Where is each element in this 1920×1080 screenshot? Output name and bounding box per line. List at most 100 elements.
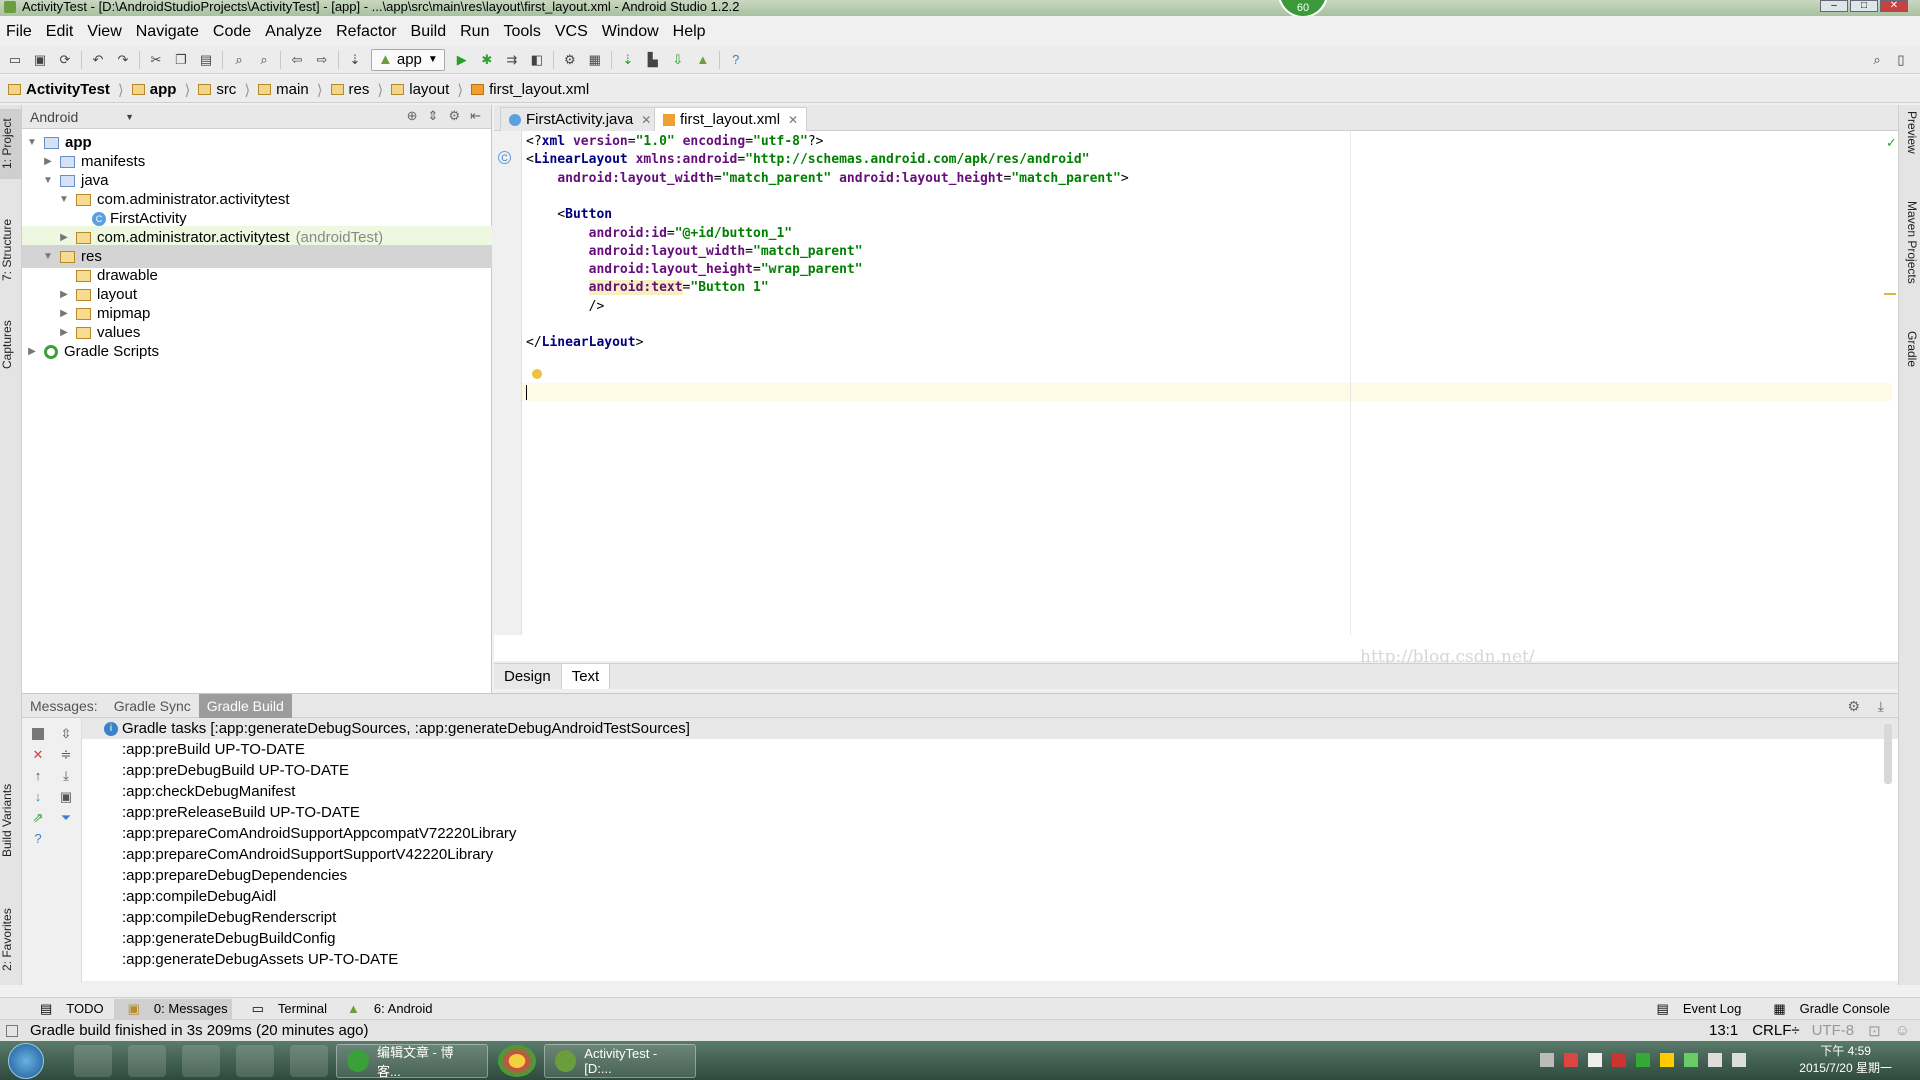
pinned-app-icon[interactable]: [128, 1044, 166, 1077]
tray-app-icon[interactable]: [1684, 1053, 1698, 1067]
menu-analyze[interactable]: Analyze: [265, 23, 322, 41]
log-line[interactable]: :app:preReleaseBuild UP-TO-DATE: [122, 802, 360, 823]
log-line[interactable]: :app:generateDebugBuildConfig: [122, 928, 336, 949]
tab-maven-projects[interactable]: Maven Projects: [1901, 201, 1919, 311]
menu-view[interactable]: View: [87, 23, 121, 41]
save-icon[interactable]: ▣: [31, 51, 49, 69]
menu-file[interactable]: File: [6, 23, 32, 41]
help-icon[interactable]: ?: [727, 51, 745, 69]
close-icon[interactable]: ✕: [788, 113, 798, 127]
taskbar-android-studio[interactable]: ActivityTest - [D:...: [544, 1043, 696, 1078]
pinned-app-icon[interactable]: [236, 1044, 274, 1077]
todo-button[interactable]: ▤ TODO: [30, 1001, 104, 1017]
log-line[interactable]: :app:prepareComAndroidSupportSupportV422…: [122, 844, 493, 865]
tab-gradle-sync[interactable]: Gradle Sync: [106, 694, 199, 718]
log-line[interactable]: :app:preBuild UP-TO-DATE: [122, 739, 305, 760]
chevron-right-icon[interactable]: ▶: [58, 327, 70, 338]
avd-manager-icon[interactable]: ▙: [644, 51, 662, 69]
hide-panel-icon[interactable]: ⇤: [470, 108, 481, 124]
menu-edit[interactable]: Edit: [46, 23, 74, 41]
toggle-tool-windows-icon[interactable]: [6, 1024, 18, 1037]
caret-position[interactable]: 13:1: [1709, 1022, 1738, 1039]
messages-button[interactable]: ▣ 0: Messages: [113, 998, 232, 1019]
tab-structure[interactable]: 7: Structure: [0, 205, 22, 295]
minimize-button[interactable]: –: [1820, 0, 1848, 12]
tab-build-variants[interactable]: Build Variants: [0, 765, 22, 875]
terminal-button[interactable]: ▭ Terminal: [242, 1001, 327, 1017]
breadcrumb-item[interactable]: ActivityTest ⟩: [8, 81, 124, 99]
preview-icon[interactable]: ▣: [58, 789, 74, 805]
close-window-button[interactable]: ✕: [1880, 0, 1908, 12]
chevron-down-icon[interactable]: ▼: [42, 251, 54, 262]
chevron-right-icon[interactable]: ▶: [58, 232, 70, 243]
menu-window[interactable]: Window: [602, 23, 659, 41]
debug-icon[interactable]: ✱: [478, 51, 496, 69]
breadcrumb-item[interactable]: first_layout.xml: [471, 81, 589, 98]
tab-gradle-build[interactable]: Gradle Build: [198, 693, 292, 718]
tray-app-icon[interactable]: [1564, 1053, 1578, 1067]
tab-preview[interactable]: Preview: [1901, 111, 1919, 181]
tray-app-icon[interactable]: [1612, 1053, 1626, 1067]
breadcrumb-item[interactable]: res ⟩: [330, 81, 383, 99]
line-separator[interactable]: CRLF÷: [1752, 1022, 1799, 1039]
stop-icon[interactable]: ◧: [528, 51, 546, 69]
breadcrumb-item[interactable]: src ⟩: [198, 81, 250, 99]
paste-icon[interactable]: ▤: [197, 51, 215, 69]
tab-favorites[interactable]: 2: Favorites: [0, 895, 22, 985]
make-project-icon[interactable]: ⇣: [346, 51, 364, 69]
open-folder-icon[interactable]: ▭: [6, 51, 24, 69]
hector-icon[interactable]: ☺: [1895, 1022, 1910, 1039]
filter-icon[interactable]: ⏷: [58, 810, 74, 826]
tab-project[interactable]: 1: Project: [0, 109, 22, 179]
menu-vcs[interactable]: VCS: [555, 23, 588, 41]
taskbar-clock[interactable]: 下午 4:59 2015/7/20 星期一: [1799, 1043, 1892, 1077]
intention-bulb-icon[interactable]: [532, 369, 542, 379]
menu-code[interactable]: Code: [213, 23, 251, 41]
project-structure-icon[interactable]: ⚙: [561, 51, 579, 69]
redo-icon[interactable]: ↷: [114, 51, 132, 69]
menu-help[interactable]: Help: [673, 23, 706, 41]
keyboard-icon[interactable]: [1540, 1053, 1554, 1067]
chevron-right-icon[interactable]: ▶: [58, 308, 70, 319]
android-device-monitor-icon[interactable]: ▲: [694, 51, 712, 69]
sync-icon[interactable]: ⟳: [56, 51, 74, 69]
lock-icon[interactable]: ⊡: [1868, 1022, 1881, 1040]
log-line[interactable]: :app:prepareComAndroidSupportAppcompatV7…: [122, 823, 516, 844]
tree-item[interactable]: ▶ Gradle Scripts: [22, 340, 492, 363]
tab-first-layout-xml[interactable]: first_layout.xml ✕: [654, 107, 808, 131]
log-line[interactable]: :app:generateDebugAssets UP-TO-DATE: [122, 949, 398, 970]
run-icon[interactable]: ▶: [453, 51, 471, 69]
sdk-manager-icon[interactable]: ⇩: [669, 51, 687, 69]
replace-icon[interactable]: ⌕: [255, 51, 273, 69]
chevron-down-icon[interactable]: ▼: [42, 175, 54, 186]
run-config-select[interactable]: ▲ app ▼: [371, 48, 445, 71]
sync-with-editor-icon[interactable]: ⊕: [407, 108, 418, 124]
breadcrumb-item[interactable]: app ⟩: [131, 81, 190, 99]
tab-first-activity-java[interactable]: FirstActivity.java ✕: [500, 107, 661, 131]
forward-icon[interactable]: ⇨: [313, 51, 331, 69]
log-line[interactable]: :app:compileDebugAidl: [122, 886, 276, 907]
export-icon[interactable]: ⤓: [58, 768, 74, 784]
gradle-console-button[interactable]: ▦ Gradle Console: [1763, 1001, 1890, 1017]
chrome-icon[interactable]: [498, 1044, 536, 1077]
tray-app-icon[interactable]: [1660, 1053, 1674, 1067]
chevron-down-icon[interactable]: ▼: [58, 194, 70, 205]
log-line[interactable]: :app:compileDebugRenderscript: [122, 907, 336, 928]
code-editor[interactable]: <?xml version="1.0" encoding="utf-8"?> <L…: [522, 131, 1892, 635]
help-icon[interactable]: ?: [30, 831, 46, 847]
gradle-sync-icon[interactable]: ⇣: [619, 51, 637, 69]
volume-icon[interactable]: [1732, 1053, 1746, 1067]
stop-icon[interactable]: [32, 728, 44, 740]
pinned-app-icon[interactable]: [290, 1044, 328, 1077]
network-icon[interactable]: [1708, 1053, 1722, 1067]
menu-run[interactable]: Run: [460, 23, 489, 41]
warning-stripe-marker[interactable]: [1884, 293, 1896, 295]
taskbar-blog-editor[interactable]: 编辑文章 - 博客...: [336, 1043, 488, 1079]
gear-icon[interactable]: ⚙: [448, 108, 460, 124]
log-line[interactable]: :app:preDebugBuild UP-TO-DATE: [122, 760, 349, 781]
gear-icon[interactable]: ⚙: [1839, 694, 1868, 718]
chevron-right-icon[interactable]: ▶: [42, 156, 54, 167]
cut-icon[interactable]: ✂: [147, 51, 165, 69]
pinned-app-icon[interactable]: [74, 1044, 112, 1077]
breadcrumb-item[interactable]: layout ⟩: [391, 81, 463, 99]
